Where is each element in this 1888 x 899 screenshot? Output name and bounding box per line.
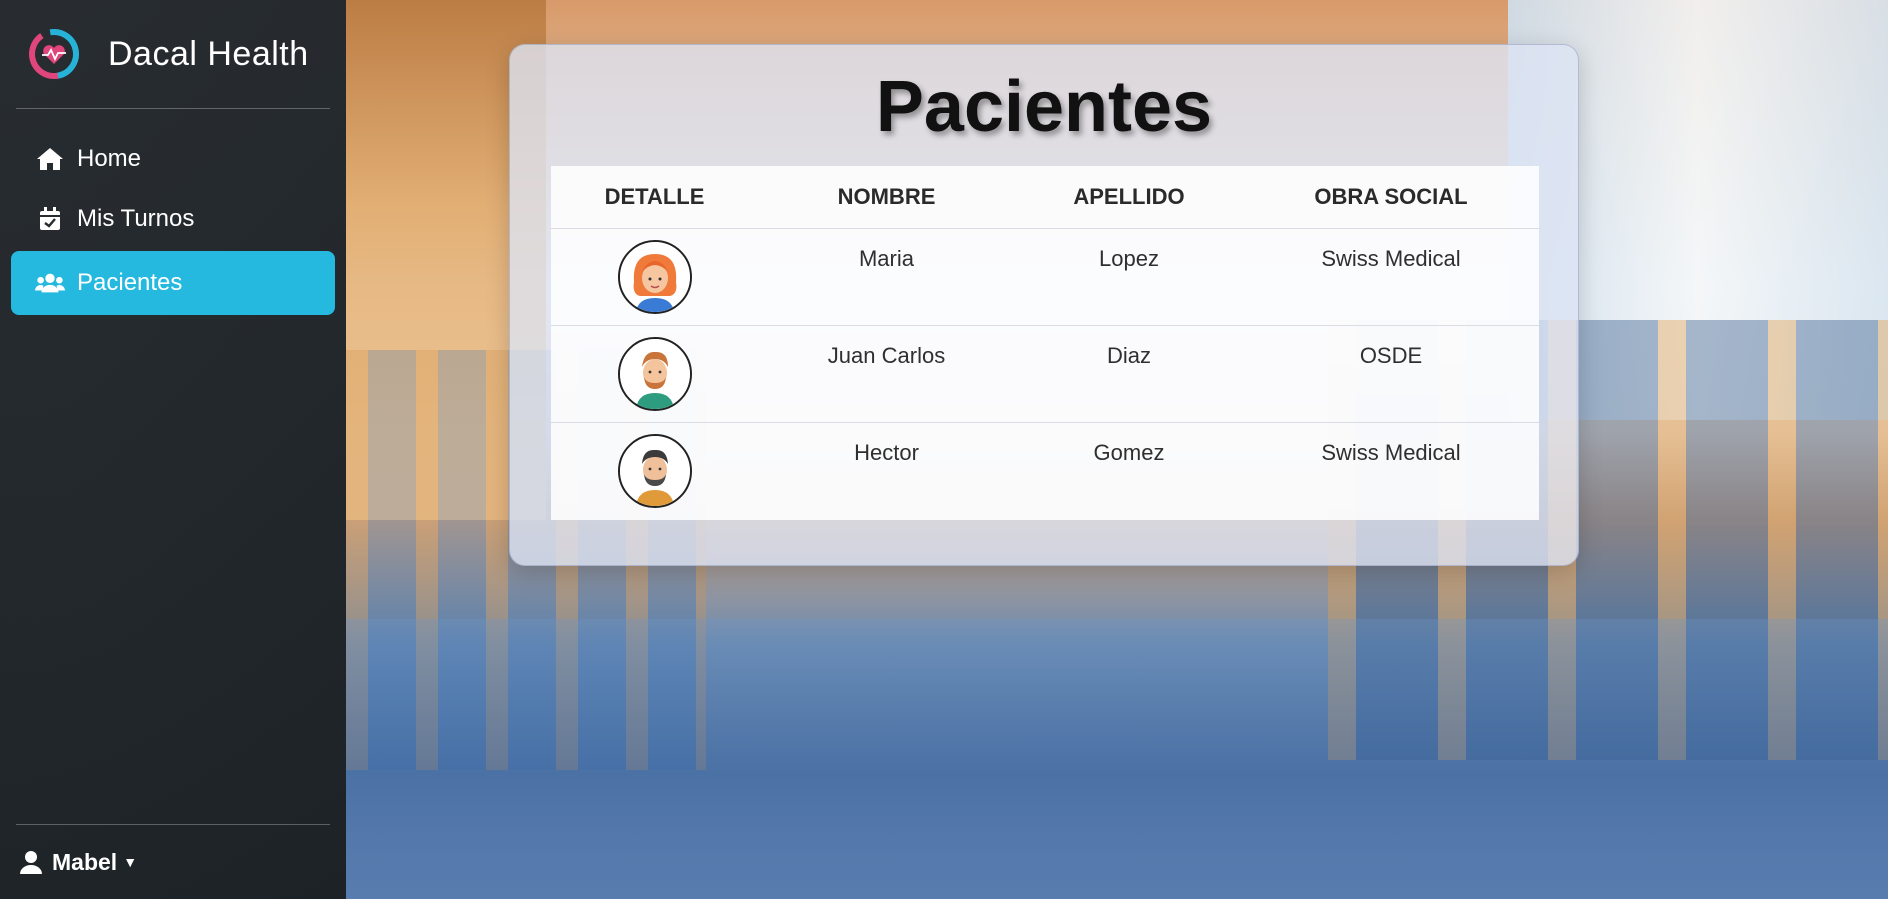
- sidebar-item-mis-turnos[interactable]: Mis Turnos: [11, 189, 335, 249]
- woman-red-hair-avatar[interactable]: [617, 240, 692, 314]
- apellido-cell: Gomez: [1093, 440, 1165, 465]
- patients-table-wrapper: DETALLE NOMBRE APELLIDO OBRA SOCIAL Mari…: [551, 166, 1539, 520]
- apellido-cell: Lopez: [1099, 246, 1159, 271]
- user-name: Mabel: [52, 848, 118, 875]
- sidebar-item-label: Pacientes: [77, 269, 183, 296]
- man-dark-beard-avatar[interactable]: [617, 434, 692, 508]
- sidebar-item-home[interactable]: Home: [11, 129, 335, 189]
- users-icon: [35, 270, 65, 296]
- nombre-cell: Hector: [854, 440, 919, 465]
- obra-social-cell: OSDE: [1359, 343, 1423, 368]
- table-row: Juan Carlos Diaz OSDE: [551, 326, 1539, 423]
- sidebar-item-label: Mis Turnos: [77, 205, 195, 232]
- column-header-obra-social: OBRA SOCIAL: [1243, 166, 1539, 229]
- brand[interactable]: Dacal Health: [16, 0, 330, 109]
- patients-card: Pacientes DETALLE NOMBRE APELLIDO OBRA S…: [509, 44, 1579, 566]
- caret-down-icon: ▼: [123, 854, 138, 870]
- apellido-cell: Diaz: [1106, 343, 1151, 368]
- page-title: Pacientes: [875, 67, 1213, 147]
- column-header-nombre: NOMBRE: [758, 166, 1015, 229]
- user-icon: [20, 851, 42, 874]
- sidebar: Dacal Health Home Mis Turnos Pacientes M…: [0, 0, 346, 899]
- calendar-check-icon: [35, 206, 65, 232]
- sidebar-item-label: Home: [77, 145, 142, 172]
- app-root: Dacal Health Home Mis Turnos Pacientes M…: [0, 0, 1888, 899]
- obra-social-cell: Swiss Medical: [1321, 440, 1461, 465]
- table-row: Hector Gomez Swiss Medical: [551, 423, 1539, 520]
- detalle-cell: [551, 326, 758, 423]
- home-icon: [35, 146, 65, 172]
- patients-table: DETALLE NOMBRE APELLIDO OBRA SOCIAL Mari…: [551, 166, 1539, 520]
- column-header-apellido: APELLIDO: [1015, 166, 1243, 229]
- main-content: Pacientes DETALLE NOMBRE APELLIDO OBRA S…: [346, 0, 1888, 899]
- sidebar-item-pacientes[interactable]: Pacientes: [11, 251, 335, 315]
- man-beard-avatar[interactable]: [617, 337, 692, 411]
- table-row: Maria Lopez Swiss Medical: [551, 229, 1539, 326]
- obra-social-cell: Swiss Medical: [1321, 246, 1461, 271]
- detalle-cell: [551, 229, 758, 326]
- brand-title: Dacal Health: [108, 34, 309, 73]
- heart-logo-icon: [29, 29, 79, 79]
- column-header-detalle: DETALLE: [551, 166, 758, 229]
- table-header-row: DETALLE NOMBRE APELLIDO OBRA SOCIAL: [551, 166, 1539, 229]
- nombre-cell: Maria: [858, 246, 914, 271]
- user-menu[interactable]: Mabel ▼: [16, 824, 330, 899]
- sidebar-nav: Home Mis Turnos Pacientes: [11, 129, 335, 315]
- detalle-cell: [551, 423, 758, 520]
- nombre-cell: Juan Carlos: [827, 343, 946, 368]
